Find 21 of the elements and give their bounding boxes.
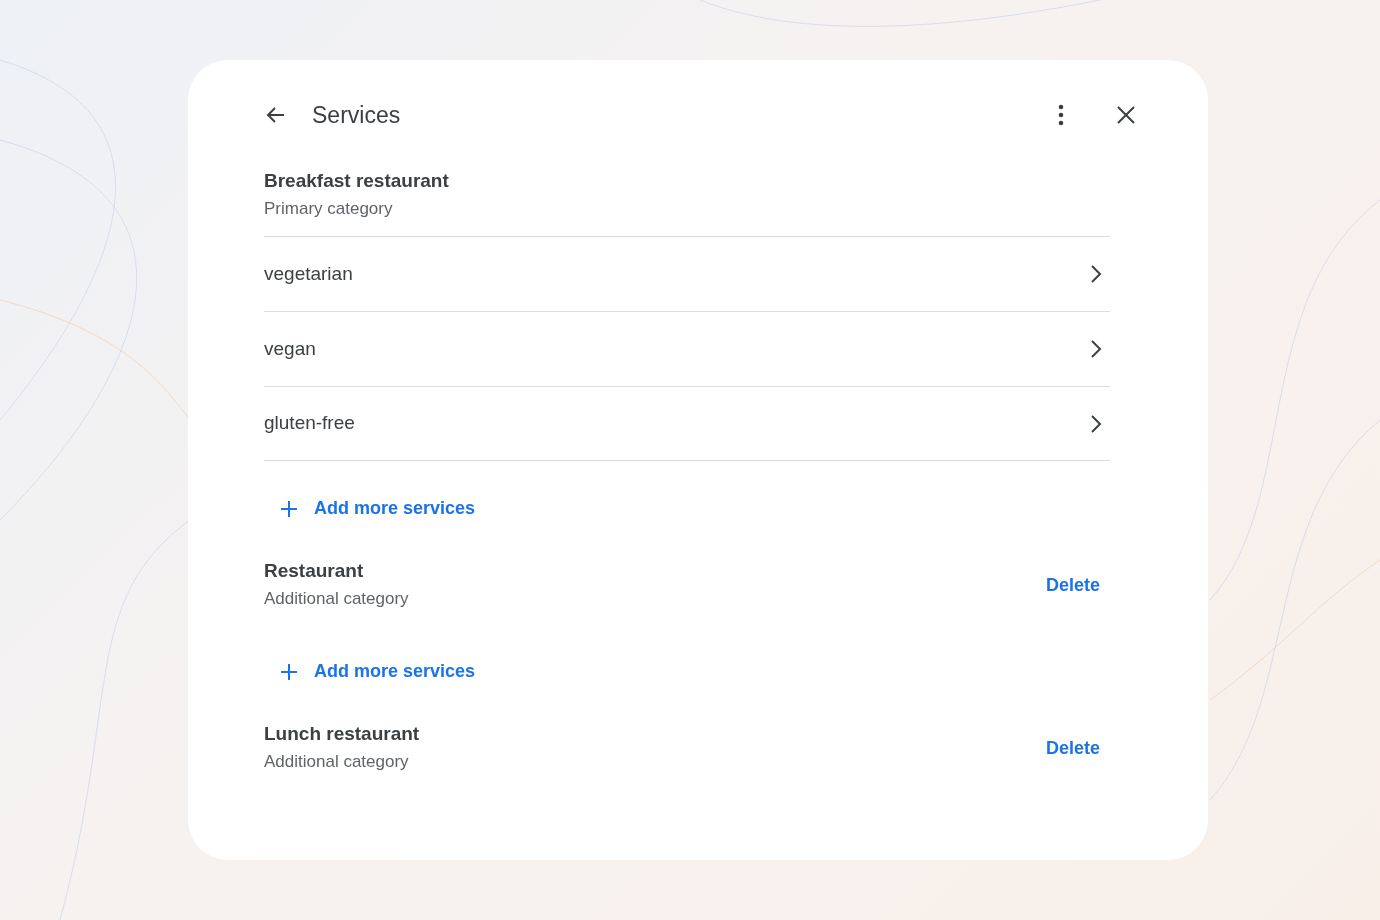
close-icon[interactable] [1116,105,1136,125]
dialog-title: Services [312,100,401,130]
service-item[interactable]: gluten-free [264,386,1110,461]
chevron-right-icon [1090,413,1102,434]
plus-icon [280,662,298,681]
category-type: Primary category [264,198,394,220]
service-item[interactable]: vegetarian [264,236,1110,311]
delete-button[interactable]: Delete [1035,731,1110,766]
category-type: Additional category [264,588,409,610]
service-item[interactable]: vegan [264,311,1110,386]
category-type: Additional category [264,751,410,773]
chevron-right-icon [1090,339,1102,359]
more-options-icon[interactable] [1058,104,1064,126]
chevron-right-icon [1090,264,1102,284]
delete-button[interactable]: Delete [1035,568,1110,603]
category-name: Restaurant [264,560,365,582]
category-name: Lunch restaurant [264,723,420,745]
plus-icon [280,499,298,518]
add-services-button[interactable]: Add more services [274,654,482,689]
category-name: Breakfast restaurant [264,170,449,192]
add-services-button[interactable]: Add more services [274,491,482,526]
